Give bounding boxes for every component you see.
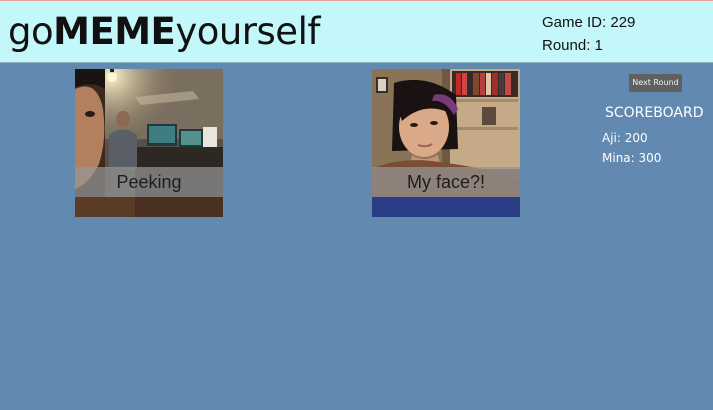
meme-caption: Peeking bbox=[75, 167, 223, 197]
player-score: 200 bbox=[624, 131, 648, 145]
score-row: Mina: 300 bbox=[602, 148, 661, 168]
meme-caption: My face?! bbox=[372, 167, 520, 197]
app-logo[interactable]: goMEMEyourself bbox=[8, 10, 320, 54]
app-header: goMEMEyourself Game ID: 229 Round: 1 bbox=[0, 0, 713, 63]
logo-prefix: go bbox=[8, 10, 54, 53]
player-name: Mina bbox=[602, 151, 631, 165]
round-row: Round: 1 bbox=[542, 34, 635, 57]
scoreboard-list: Aji: 200 Mina: 300 bbox=[602, 128, 661, 168]
meme-card[interactable]: My face?! bbox=[372, 69, 520, 217]
score-separator: : bbox=[616, 131, 625, 145]
round-label: Round: bbox=[542, 37, 591, 54]
game-info: Game ID: 229 Round: 1 bbox=[542, 11, 635, 57]
game-id-value: 229 bbox=[610, 14, 636, 31]
logo-bold: MEME bbox=[53, 10, 176, 53]
player-score: 300 bbox=[638, 151, 662, 165]
player-name: Aji bbox=[602, 131, 617, 145]
meme-card[interactable]: Peeking bbox=[75, 69, 223, 217]
game-id-row: Game ID: 229 bbox=[542, 11, 635, 34]
score-row: Aji: 200 bbox=[602, 128, 661, 148]
scoreboard-title: SCOREBOARD bbox=[605, 105, 704, 121]
game-id-label: Game ID: bbox=[542, 14, 607, 31]
round-value: 1 bbox=[594, 37, 603, 54]
logo-suffix: yourself bbox=[175, 10, 320, 53]
score-separator: : bbox=[630, 151, 639, 165]
next-round-button[interactable]: Next Round bbox=[629, 74, 682, 92]
